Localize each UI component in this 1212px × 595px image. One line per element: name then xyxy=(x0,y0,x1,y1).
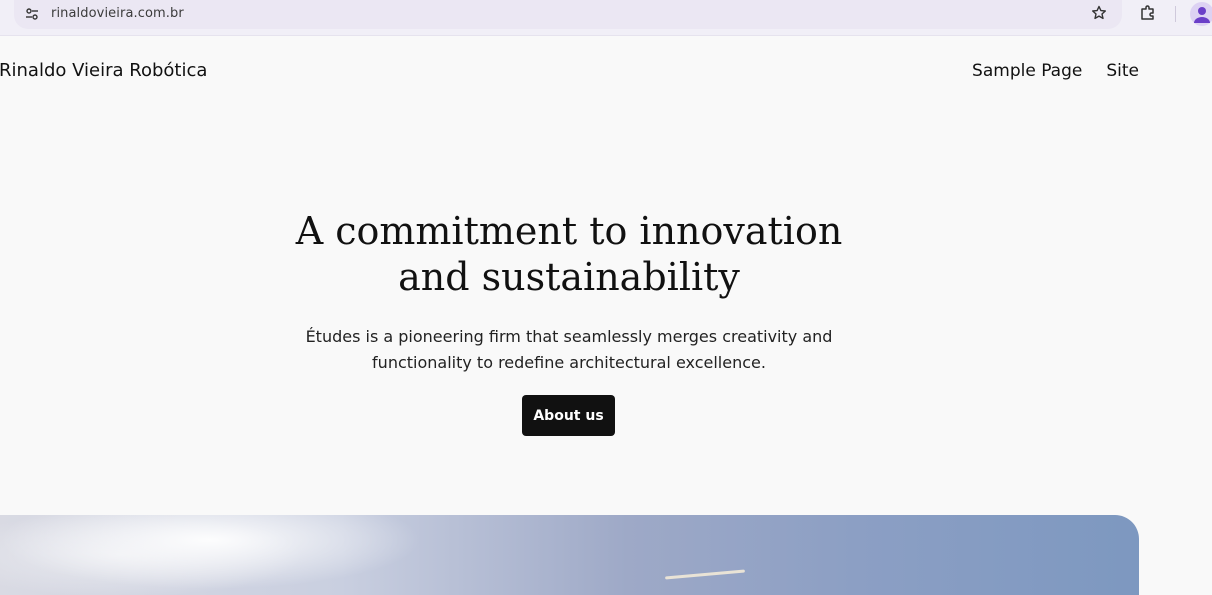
hero-title: A commitment to innovation and sustainab… xyxy=(0,208,1138,300)
about-us-button[interactable]: About us xyxy=(522,395,615,436)
address-bar[interactable]: rinaldovieira.com.br xyxy=(14,0,1122,29)
site-info-icon[interactable] xyxy=(24,6,40,22)
nav-link-sample-page[interactable]: Sample Page xyxy=(972,61,1082,81)
star-icon[interactable] xyxy=(1089,3,1109,23)
hero-title-line: A commitment to innovation xyxy=(295,209,843,253)
hero-description: Études is a pioneering firm that seamles… xyxy=(0,324,1138,376)
main-navigation: Sample Page Site xyxy=(972,61,1139,81)
extensions-icon[interactable] xyxy=(1138,3,1158,23)
url-text[interactable]: rinaldovieira.com.br xyxy=(51,6,184,21)
toolbar-divider xyxy=(1175,6,1176,22)
hero-description-line: Études is a pioneering firm that seamles… xyxy=(305,327,833,346)
browser-toolbar: rinaldovieira.com.br xyxy=(0,0,1212,36)
profile-icon[interactable] xyxy=(1190,2,1212,26)
site-title[interactable]: Rinaldo Vieira Robótica xyxy=(0,60,207,81)
hero-image xyxy=(0,515,1139,595)
hero-description-line: functionality to redefine architectural … xyxy=(372,353,766,372)
building-roof-edge xyxy=(665,569,745,580)
hero-title-line: and sustainability xyxy=(398,255,740,299)
nav-link-site[interactable]: Site xyxy=(1106,61,1139,81)
